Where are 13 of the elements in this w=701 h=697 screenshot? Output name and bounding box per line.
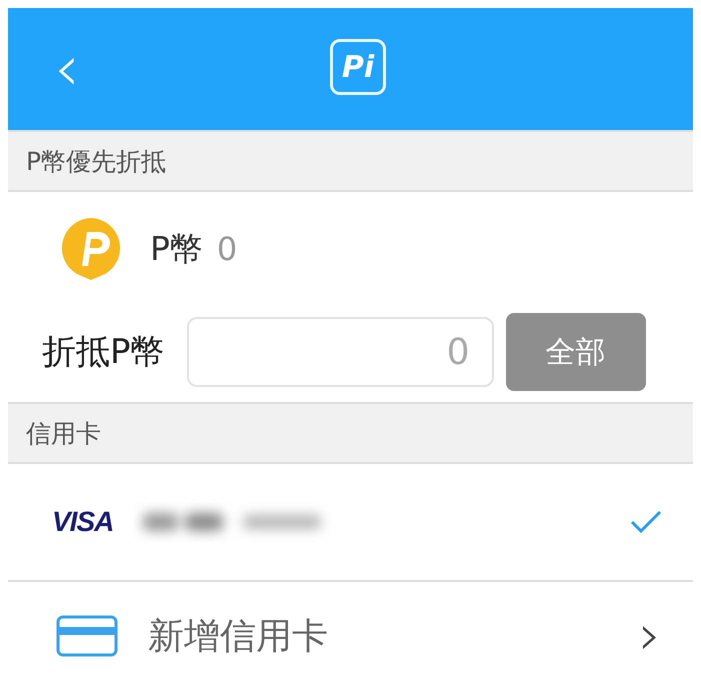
- use-all-button[interactable]: 全部: [506, 313, 646, 391]
- chevron-icon: ›: [638, 608, 661, 664]
- card-brand-logo: VISA: [52, 506, 114, 538]
- credit-card-icon: [56, 615, 118, 657]
- add-card-link[interactable]: 新增信用卡: [148, 612, 609, 660]
- section-title: 信用卡: [26, 418, 101, 450]
- redeem-amount-field[interactable]: 0: [186, 317, 494, 387]
- back-button[interactable]: ‹: [48, 37, 86, 101]
- redeem-label: 折抵P幣: [42, 331, 165, 374]
- coin-label: P幣: [150, 228, 203, 270]
- coin-balance: 0: [216, 230, 238, 268]
- app-logo: Pi: [330, 39, 386, 95]
- section-title: P幣優先折抵: [26, 146, 166, 178]
